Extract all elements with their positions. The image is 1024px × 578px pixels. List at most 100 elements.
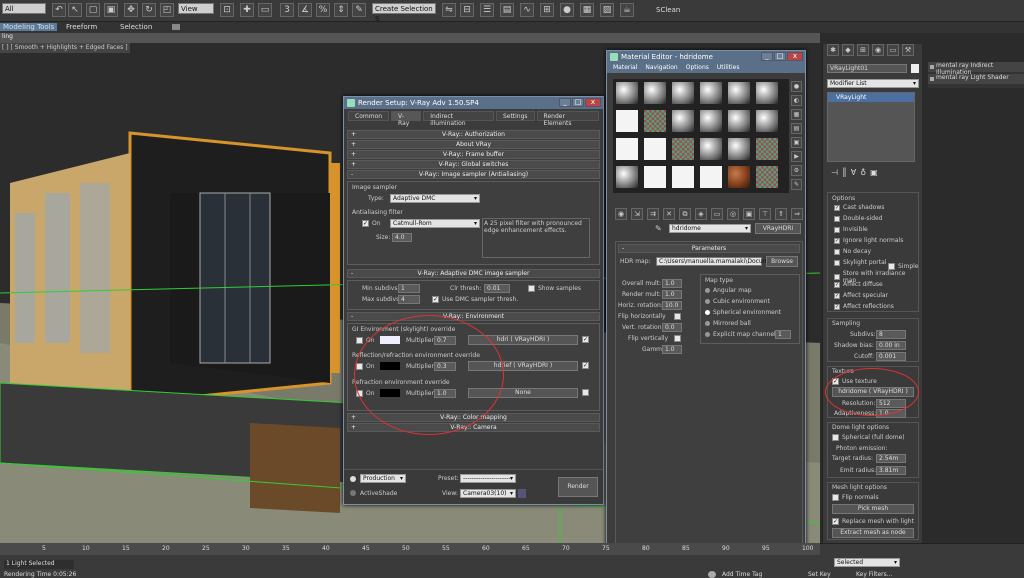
select-icon[interactable]: ↖ bbox=[68, 3, 82, 17]
option-row[interactable]: No decay bbox=[834, 248, 871, 255]
show-samples-checkbox[interactable] bbox=[528, 285, 535, 292]
spherical-env-radio[interactable] bbox=[705, 310, 710, 315]
option-row[interactable]: ✓ Affect diffuse bbox=[834, 281, 883, 288]
rollout-adaptive-dmc[interactable]: - V-Ray:: Adaptive DMC image sampler bbox=[347, 269, 600, 278]
option-checkbox[interactable]: ✓ bbox=[834, 281, 840, 288]
add-time-tag[interactable]: Add Time Tag bbox=[722, 571, 762, 578]
option-row[interactable]: ✓ Cast shadows bbox=[834, 204, 884, 211]
render-setup-titlebar[interactable]: Render Setup: V-Ray Adv 1.50.SP4 _ □ x bbox=[344, 97, 603, 109]
option-row[interactable]: ✓ Affect reflections bbox=[834, 303, 894, 310]
preset-dropdown[interactable]: ---------------------- bbox=[460, 474, 516, 483]
option-checkbox[interactable]: ✓ bbox=[834, 204, 840, 211]
percent-snap-icon[interactable]: % bbox=[316, 3, 330, 17]
view-dropdown[interactable]: Camera03(10) bbox=[460, 489, 516, 498]
material-slot[interactable] bbox=[615, 137, 639, 161]
vert-rotation-input[interactable]: 0.0 bbox=[662, 323, 682, 332]
option-row[interactable]: Double-sided bbox=[834, 215, 883, 222]
me-minimize-button[interactable]: _ bbox=[761, 52, 773, 61]
rollout-parameters[interactable]: - Parameters bbox=[618, 244, 800, 253]
modify-tab-icon[interactable]: ◆ bbox=[842, 44, 854, 56]
select-manipulate-icon[interactable]: ✚ bbox=[240, 3, 254, 17]
undo-icon[interactable]: ↶ bbox=[52, 3, 66, 17]
select-region-icon[interactable]: ▢ bbox=[86, 3, 100, 17]
option-checkbox[interactable]: ✓ bbox=[834, 237, 840, 244]
material-slot[interactable] bbox=[671, 109, 695, 133]
put-to-scene-icon[interactable]: ⇲ bbox=[631, 208, 643, 220]
tab-vray[interactable]: V-Ray bbox=[391, 111, 422, 127]
show-end-result-icon[interactable]: ║ bbox=[842, 168, 847, 180]
gamma-input[interactable]: 1.0 bbox=[662, 345, 682, 354]
production-radio[interactable] bbox=[350, 476, 356, 482]
overall-mult-input[interactable]: 1.0 bbox=[662, 279, 682, 288]
tab-freeform[interactable]: Freeform bbox=[66, 23, 97, 31]
rollout-image-sampler[interactable]: - V-Ray:: Image sampler (Antialiasing) bbox=[347, 170, 600, 179]
configure-modifier-icon[interactable]: ▣ bbox=[870, 168, 878, 180]
material-name-dropdown[interactable]: hdridome bbox=[669, 224, 751, 233]
tab-render-elements[interactable]: Render Elements bbox=[536, 111, 599, 127]
rollout-authorization[interactable]: + V-Ray:: Authorization bbox=[347, 130, 600, 139]
horiz-rotation-input[interactable]: 10.0 bbox=[662, 301, 682, 310]
utilities-tab-icon[interactable]: ⚒ bbox=[902, 44, 914, 56]
rollout-camera[interactable]: + V-Ray:: Camera bbox=[347, 423, 600, 432]
tab-common[interactable]: Common bbox=[348, 111, 390, 121]
option-checkbox[interactable] bbox=[834, 226, 840, 233]
rollout-about-vray[interactable]: + About VRay bbox=[347, 140, 600, 149]
me-maximize-button[interactable]: □ bbox=[774, 52, 786, 61]
rollout-global-switches[interactable]: + V-Ray:: Global switches bbox=[347, 160, 600, 169]
spherical-checkbox[interactable] bbox=[832, 434, 839, 441]
align-icon[interactable]: ⊟ bbox=[460, 3, 474, 17]
material-slot[interactable] bbox=[643, 137, 667, 161]
target-radius-input[interactable]: 2.54m bbox=[876, 454, 906, 463]
size-input[interactable]: 4.0 bbox=[392, 233, 412, 242]
cutoff-input[interactable]: 0.001 bbox=[876, 352, 906, 361]
material-effects-icon[interactable]: ◎ bbox=[727, 208, 739, 220]
simple-checkbox[interactable] bbox=[888, 263, 895, 270]
flip-h-checkbox[interactable] bbox=[674, 313, 681, 320]
mirror-icon[interactable]: ⇋ bbox=[442, 3, 456, 17]
select-by-material-icon[interactable]: ✎ bbox=[791, 179, 802, 190]
map-channel-input[interactable]: 1 bbox=[775, 330, 791, 339]
material-slot[interactable] bbox=[755, 137, 779, 161]
extract-mesh-button[interactable]: Extract mesh as node bbox=[832, 528, 914, 538]
material-slot[interactable] bbox=[755, 165, 779, 189]
rollout-environment[interactable]: - V-Ray:: Environment bbox=[347, 312, 600, 321]
rendered-frame-icon[interactable]: ▨ bbox=[600, 3, 614, 17]
go-forward-icon[interactable]: ⇒ bbox=[791, 208, 803, 220]
uv-tiling-icon[interactable]: ▤ bbox=[791, 123, 802, 134]
graphite-icon[interactable]: ▤ bbox=[500, 3, 514, 17]
eyedropper-icon[interactable]: ✎ bbox=[655, 224, 665, 234]
pivot-icon[interactable]: ⊡ bbox=[220, 3, 234, 17]
material-slot[interactable] bbox=[699, 109, 723, 133]
option-row[interactable]: Skylight portal bbox=[834, 259, 886, 266]
pin-stack-icon[interactable]: ⊣ bbox=[831, 168, 838, 180]
snap-icon[interactable]: 3 bbox=[280, 3, 294, 17]
render-mult-input[interactable]: 1.0 bbox=[662, 290, 682, 299]
rollout-frame-buffer[interactable]: + V-Ray:: Frame buffer bbox=[347, 150, 600, 159]
selection-filter-dropdown[interactable]: All bbox=[2, 3, 46, 14]
flip-v-checkbox[interactable] bbox=[674, 335, 681, 342]
rotate-icon[interactable]: ↻ bbox=[142, 3, 156, 17]
material-slot[interactable] bbox=[671, 165, 695, 189]
aa-filter-dropdown[interactable]: Catmull-Rom bbox=[390, 219, 480, 228]
display-tab-icon[interactable]: ▭ bbox=[887, 44, 899, 56]
hierarchy-tab-icon[interactable]: ⊞ bbox=[857, 44, 869, 56]
tab-indirect-illumination[interactable]: Indirect illumination bbox=[423, 111, 494, 127]
scene-item-light-shader[interactable]: mental ray Light Shader bbox=[928, 74, 1024, 84]
tab-selection[interactable]: Selection bbox=[120, 23, 152, 31]
minimize-button[interactable]: _ bbox=[559, 98, 571, 107]
option-checkbox[interactable] bbox=[834, 248, 840, 255]
schematic-view-icon[interactable]: ⊞ bbox=[540, 3, 554, 17]
option-checkbox[interactable]: ✓ bbox=[834, 303, 840, 310]
gi-map-checkbox[interactable]: ✓ bbox=[582, 336, 589, 343]
activeshade-radio[interactable] bbox=[350, 490, 356, 496]
explicit-channel-radio[interactable] bbox=[705, 332, 710, 337]
make-unique-icon[interactable]: ∀ bbox=[851, 168, 856, 180]
material-slot[interactable] bbox=[615, 165, 639, 189]
render-icon[interactable]: ☕ bbox=[620, 3, 634, 17]
material-slot[interactable] bbox=[643, 81, 667, 105]
scale-icon[interactable]: ◰ bbox=[160, 3, 174, 17]
option-checkbox[interactable] bbox=[834, 215, 840, 222]
spinner-snap-icon[interactable]: ⇕ bbox=[334, 3, 348, 17]
background-icon[interactable]: ▦ bbox=[791, 109, 802, 120]
ribbon-toggle-icon[interactable] bbox=[172, 24, 180, 30]
